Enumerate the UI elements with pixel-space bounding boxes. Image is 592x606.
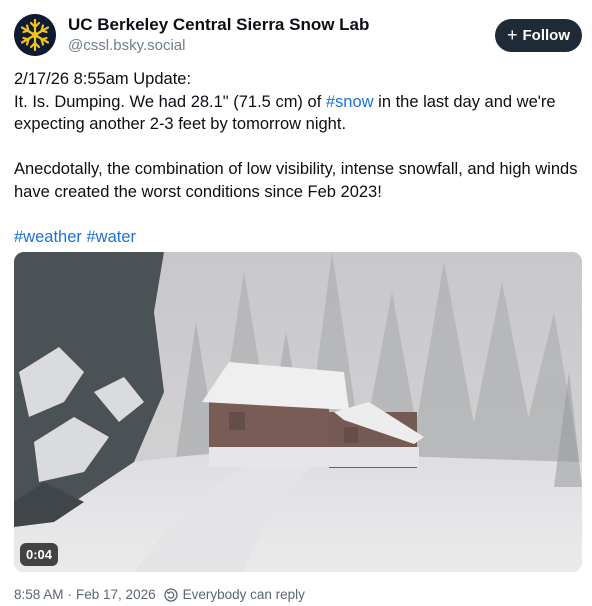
separator: · — [67, 587, 73, 602]
reply-settings-label: Everybody can reply — [182, 587, 305, 602]
avatar[interactable] — [14, 14, 56, 56]
hashtag-snow-link[interactable]: #snow — [326, 93, 374, 111]
hashtag-weather-link[interactable]: #weather — [14, 228, 82, 246]
snowflake-icon — [14, 14, 56, 56]
video-player[interactable]: 0:04 — [14, 252, 582, 572]
follow-button-label: Follow — [522, 27, 571, 44]
video-duration-badge: 0:04 — [20, 543, 59, 566]
author-handle[interactable]: @cssl.bsky.social — [68, 37, 185, 54]
post-text-segment: It. Is. Dumping. We had 28.1" (71.5 cm) … — [14, 92, 326, 111]
post-time[interactable]: 8:58 AM — [14, 587, 64, 602]
author-display-name[interactable]: UC Berkeley Central Sierra Snow Lab — [68, 15, 369, 35]
video-thumbnail — [14, 252, 582, 572]
reply-settings: Everybody can reply — [163, 587, 305, 602]
post-text: 2/17/26 8:55am Update: It. Is. Dumping. … — [14, 68, 582, 248]
reply-settings-icon — [163, 587, 178, 602]
post-footer: 8:58 AM · Feb 17, 2026 Everybody can rep… — [14, 587, 305, 602]
post-paragraph-2: Anecdotally, the combination of low visi… — [14, 160, 578, 201]
post-line-1: 2/17/26 8:55am Update: — [14, 70, 192, 88]
post-tags: #weather #water — [14, 226, 582, 249]
post: UC Berkeley Central Sierra Snow Lab @css… — [0, 0, 592, 606]
follow-button[interactable]: + Follow — [495, 19, 582, 52]
hashtag-water-link[interactable]: #water — [86, 228, 136, 246]
plus-icon: + — [506, 25, 518, 45]
post-date[interactable]: Feb 17, 2026 — [76, 587, 156, 602]
post-paragraph-1: It. Is. Dumping. We had 28.1" (71.5 cm) … — [14, 91, 582, 136]
